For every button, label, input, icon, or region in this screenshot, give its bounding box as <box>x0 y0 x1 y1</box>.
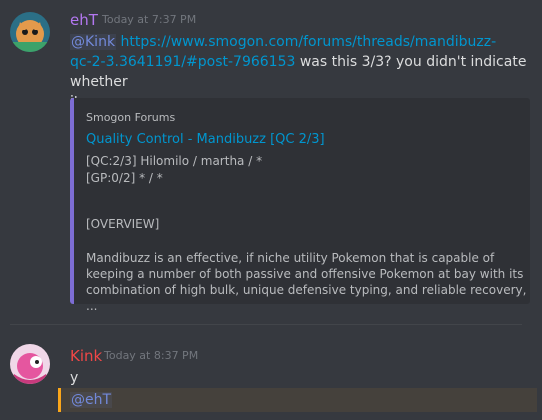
message-group-kink: Kink Today at 8:37 PM y @ehT <box>0 330 542 420</box>
embed-desc-line2: [GP:0/2] * / * <box>86 171 163 185</box>
message-mention-line: @ehT <box>70 390 113 410</box>
avatar-kink-image <box>10 344 50 384</box>
message-text: y <box>70 370 79 386</box>
message-link-cont[interactable]: qc-2-3.3641191/#post-7966153 <box>70 54 295 70</box>
timestamp: Today at 7:37 PM <box>102 13 197 26</box>
username-eht[interactable]: ehT <box>70 10 98 30</box>
message-group-eht: ehT Today at 7:37 PM @Kink https://www.s… <box>0 0 542 320</box>
avatar-kink[interactable] <box>10 344 50 384</box>
link-embed: Smogon Forums Quality Control - Mandibuz… <box>70 98 530 313</box>
embed-section: [OVERVIEW] <box>86 217 160 231</box>
embed-title[interactable]: Quality Control - Mandibuzz [QC 2/3] <box>86 131 325 149</box>
message-divider <box>10 324 522 325</box>
avatar-eht-image <box>10 12 50 52</box>
username-kink[interactable]: Kink <box>70 346 102 366</box>
timestamp: Today at 8:37 PM <box>104 349 199 362</box>
mention-highlight <box>58 388 537 412</box>
user-mention[interactable]: @ehT <box>70 392 113 408</box>
message-link[interactable]: https://www.smogon.com/forums/threads/ma… <box>121 34 497 50</box>
embed-desc-line1: [QC:2/3] Hilomilo / martha / * <box>86 154 263 168</box>
embed-body-2: keeping a number of both passive and off… <box>86 267 524 281</box>
avatar-eht[interactable] <box>10 12 50 52</box>
user-mention[interactable]: @Kink <box>70 34 117 50</box>
embed-provider[interactable]: Smogon Forums <box>86 110 175 126</box>
embed-body-3: combination of high bulk, unique defensi… <box>86 283 527 313</box>
embed-body-1: Mandibuzz is an effective, if niche util… <box>86 251 495 265</box>
